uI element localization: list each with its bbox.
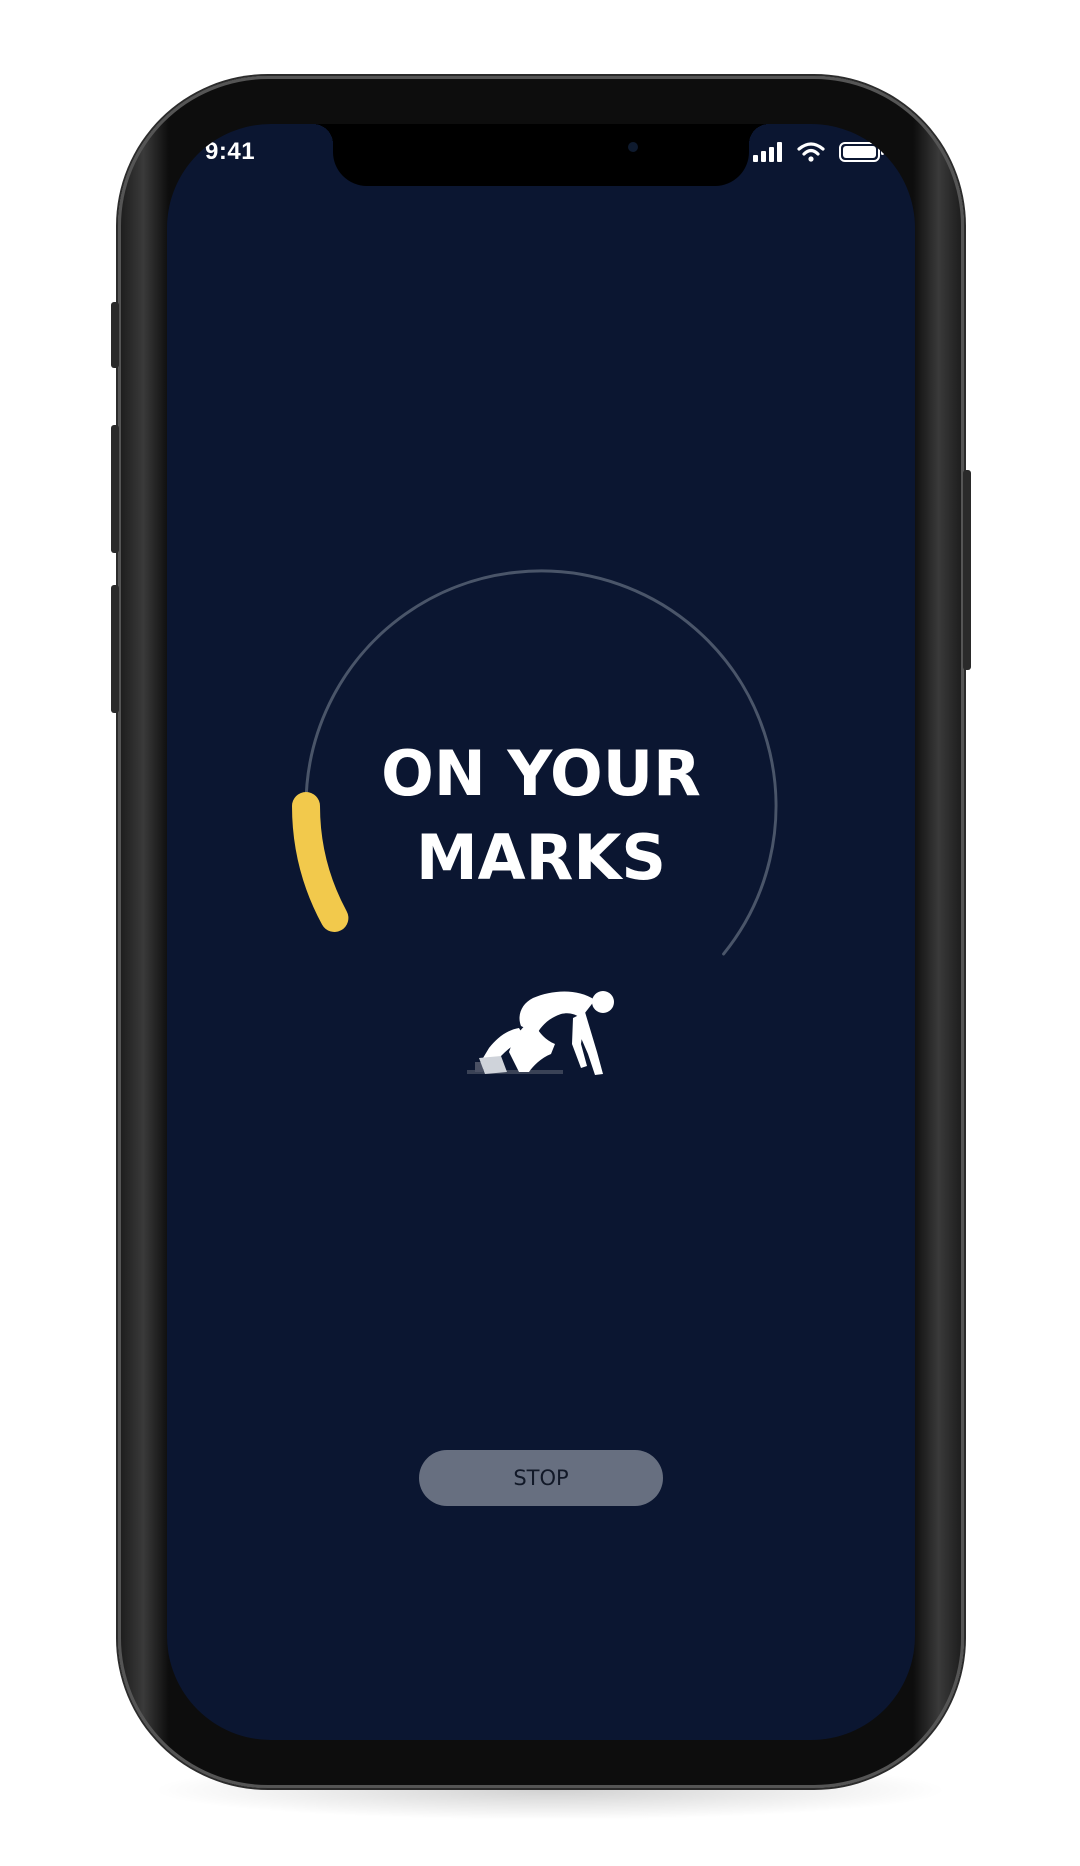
- stop-button[interactable]: STOP: [419, 1450, 663, 1506]
- volume-down-button: [111, 585, 119, 713]
- headline-line-1: ON YOUR: [381, 737, 701, 810]
- mute-switch: [111, 302, 119, 368]
- power-button: [963, 470, 971, 670]
- device-mockup: 9:41 ON YOUR MARKS STOP: [0, 0, 1080, 1866]
- app-screen: 9:41 ON YOUR MARKS STOP: [167, 124, 915, 1740]
- countdown-headline: ON YOUR MARKS: [167, 732, 915, 900]
- headline-line-2: MARKS: [415, 821, 667, 894]
- sprinter-crouch-icon: [467, 991, 614, 1075]
- volume-up-button: [111, 425, 119, 553]
